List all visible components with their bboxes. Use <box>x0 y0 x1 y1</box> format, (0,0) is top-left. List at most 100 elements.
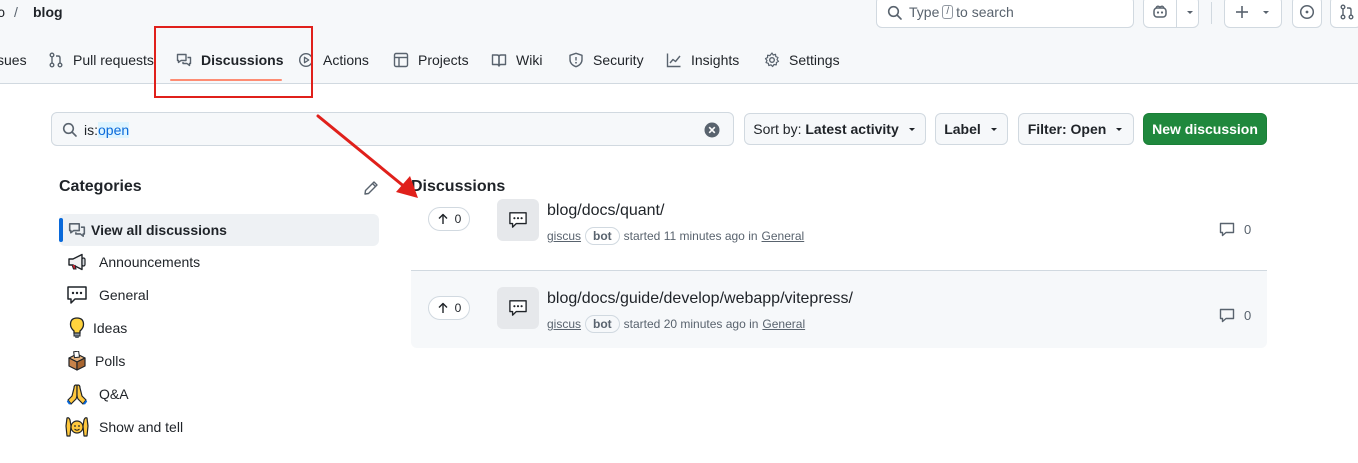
table-icon <box>393 52 409 68</box>
breadcrumb-separator: / <box>14 4 18 20</box>
search-icon <box>62 122 78 138</box>
vote-count: 0 <box>454 212 462 226</box>
discussion-category-icon <box>497 199 539 241</box>
sidebar-item-label: Show and tell <box>99 419 184 435</box>
arrow-up-icon <box>437 302 449 314</box>
tab-settings[interactable]: Settings <box>764 40 840 80</box>
speech-balloon-icon <box>65 284 89 306</box>
lightbulb-icon <box>65 317 89 339</box>
tab-label: Insights <box>691 52 740 68</box>
search-icon <box>887 5 903 21</box>
label-button-text: Label <box>944 121 981 137</box>
breadcrumb-repo-link[interactable]: blog <box>33 4 63 20</box>
sidebar-item-announcements[interactable]: Announcements <box>59 246 379 278</box>
sort-button[interactable]: Sort by: Latest activity <box>744 113 926 145</box>
chevron-down-icon <box>1185 7 1195 17</box>
shield-icon <box>568 52 584 68</box>
filter-button[interactable]: Filter: Open <box>1018 113 1134 145</box>
sidebar-item-ideas[interactable]: Ideas <box>59 312 379 344</box>
ballot-box-icon <box>65 350 89 372</box>
started-text: started 20 minutes ago in <box>623 317 759 331</box>
tab-label: Pull requests <box>73 52 154 68</box>
plus-icon <box>1235 5 1249 19</box>
create-new-button[interactable] <box>1224 0 1282 28</box>
tab-label: Projects <box>418 52 469 68</box>
raising-hands-icon <box>65 416 89 438</box>
discussion-row[interactable]: 0 blog/docs/quant/ giscus bot started 11… <box>411 192 1267 270</box>
discussion-icon <box>65 219 89 241</box>
tab-insights[interactable]: Insights <box>666 40 739 80</box>
praying-hands-icon <box>65 383 89 405</box>
copilot-button[interactable] <box>1143 0 1199 28</box>
vote-count: 0 <box>454 301 462 315</box>
comment-count-value: 0 <box>1244 221 1252 237</box>
sort-prefix: Sort by: <box>753 121 802 137</box>
octicon-fragment: ↄ <box>0 4 5 20</box>
comment-count[interactable]: 0 <box>1219 307 1251 323</box>
discussion-meta: giscus bot started 20 minutes ago in Gen… <box>547 315 805 333</box>
search-suffix-text: to search <box>956 4 1014 20</box>
comment-count-value: 0 <box>1244 307 1252 323</box>
comment-count[interactable]: 0 <box>1219 221 1251 237</box>
tab-wiki[interactable]: Wiki <box>491 40 542 80</box>
sidebar-item-label: Polls <box>95 353 126 369</box>
tab-label: Security <box>593 52 644 68</box>
search-query: is:open <box>84 122 130 138</box>
new-discussion-button[interactable]: New discussion <box>1143 113 1267 145</box>
bot-badge: bot <box>585 315 620 333</box>
category-link[interactable]: General <box>762 317 805 331</box>
chevron-down-icon <box>907 124 917 134</box>
arrow-up-icon <box>437 213 449 225</box>
pull-requests-shortcut-button[interactable] <box>1330 0 1358 28</box>
sidebar-item-view-all[interactable]: View all discussions <box>59 214 379 246</box>
clear-search-icon[interactable] <box>704 122 720 138</box>
tab-label: Wiki <box>516 52 543 68</box>
sidebar-item-label: Q&A <box>99 386 129 402</box>
sidebar-item-polls[interactable]: Polls <box>59 345 379 377</box>
upvote-button[interactable]: 0 <box>428 296 470 320</box>
tab-label: Actions <box>323 52 369 68</box>
search-prefix-text: Type <box>909 4 940 20</box>
gear-icon <box>764 52 780 68</box>
categories-heading: Categories <box>59 178 142 195</box>
book-icon <box>491 52 507 68</box>
chevron-down-icon <box>1114 124 1124 134</box>
discussion-meta: giscus bot started 11 minutes ago in Gen… <box>547 227 804 245</box>
discussion-category-icon <box>497 287 539 329</box>
sidebar-item-qa[interactable]: Q&A <box>59 378 379 410</box>
category-link[interactable]: General <box>762 229 805 243</box>
sort-value: Latest activity <box>805 121 899 137</box>
tab-projects[interactable]: Projects <box>393 40 469 80</box>
chevron-down-icon <box>1261 7 1271 17</box>
global-search-input[interactable]: Type / to search <box>876 0 1134 28</box>
tab-security[interactable]: Security <box>568 40 644 80</box>
bot-badge: bot <box>585 227 620 245</box>
discussion-title-link[interactable]: blog/docs/guide/develop/webapp/vitepress… <box>547 290 853 308</box>
tab-label: Settings <box>789 52 840 68</box>
pull-request-icon <box>48 52 64 68</box>
discussion-title-link[interactable]: blog/docs/quant/ <box>547 202 664 220</box>
comment-icon <box>1219 221 1235 237</box>
filter-value: Open <box>1070 121 1107 137</box>
copilot-icon <box>1152 4 1168 20</box>
chevron-down-icon <box>989 124 999 134</box>
label-button[interactable]: Label <box>935 113 1008 145</box>
sidebar-item-show-and-tell[interactable]: Show and tell <box>59 411 379 443</box>
filter-prefix: Filter: <box>1027 121 1067 137</box>
tab-issues[interactable]: sues <box>0 40 27 80</box>
megaphone-icon <box>65 251 89 273</box>
query-value: open <box>98 122 130 138</box>
discussion-row[interactable]: 0 blog/docs/guide/develop/webapp/vitepre… <box>411 270 1267 348</box>
upvote-button[interactable]: 0 <box>428 207 470 231</box>
author-link[interactable]: giscus <box>547 229 581 243</box>
sidebar-item-label: View all discussions <box>91 222 227 238</box>
tab-pull-requests[interactable]: Pull requests <box>48 40 154 80</box>
author-link[interactable]: giscus <box>547 317 581 331</box>
sidebar-item-general[interactable]: General <box>59 279 379 311</box>
issues-shortcut-button[interactable] <box>1292 0 1322 28</box>
issue-circle-icon <box>1299 4 1315 20</box>
header-divider <box>1211 2 1212 24</box>
sidebar-item-label: General <box>99 287 149 303</box>
graph-icon <box>666 52 682 68</box>
tab-label: sues <box>0 52 27 68</box>
